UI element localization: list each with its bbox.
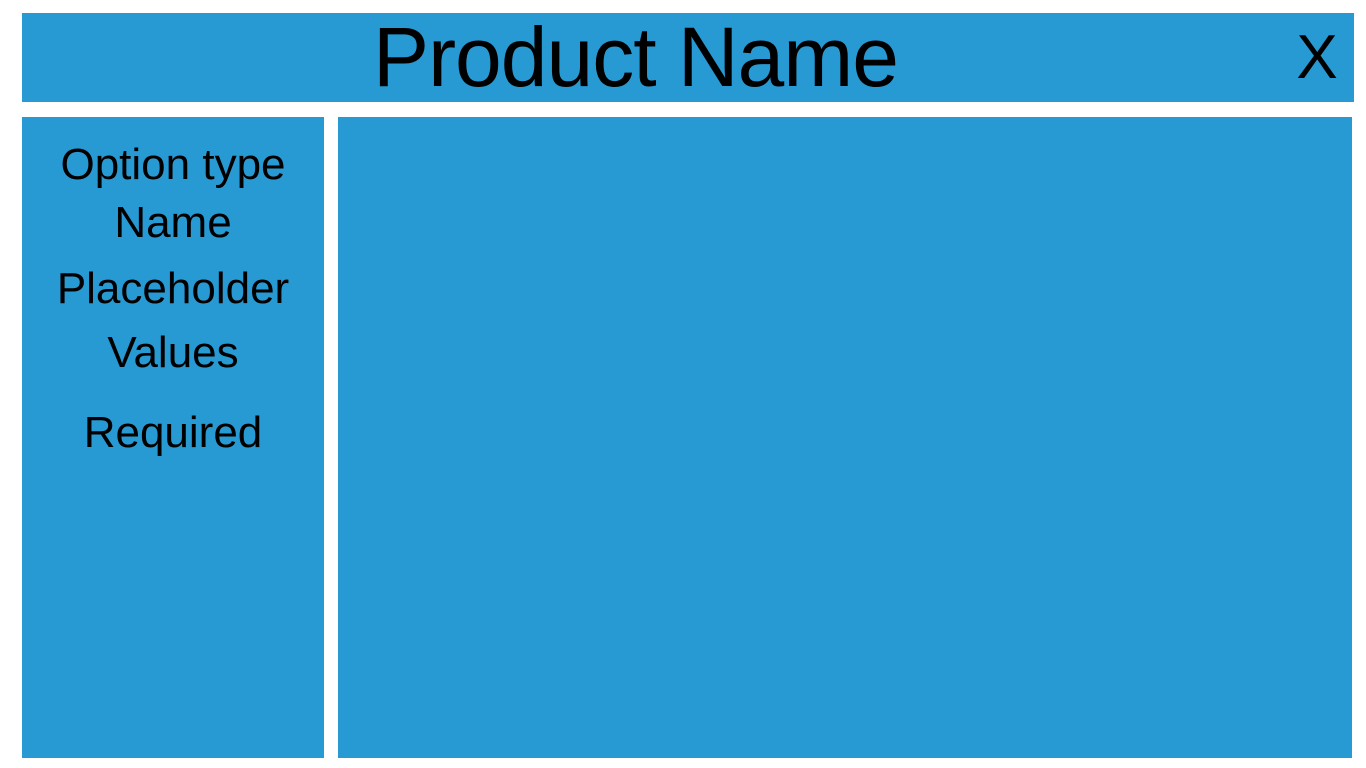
close-button[interactable]: X: [1292, 13, 1342, 102]
header-bar: Product Name X: [22, 13, 1354, 102]
sidebar: Option type Name Placeholder Values Requ…: [22, 117, 324, 758]
sidebar-item-option-type[interactable]: Option type: [22, 139, 324, 191]
sidebar-item-name[interactable]: Name: [22, 197, 324, 249]
sidebar-item-values[interactable]: Values: [22, 327, 324, 379]
page-title: Product Name: [373, 10, 899, 104]
main-content-panel: [338, 117, 1352, 758]
sidebar-item-placeholder[interactable]: Placeholder: [22, 263, 324, 315]
sidebar-item-required[interactable]: Required: [22, 407, 324, 459]
